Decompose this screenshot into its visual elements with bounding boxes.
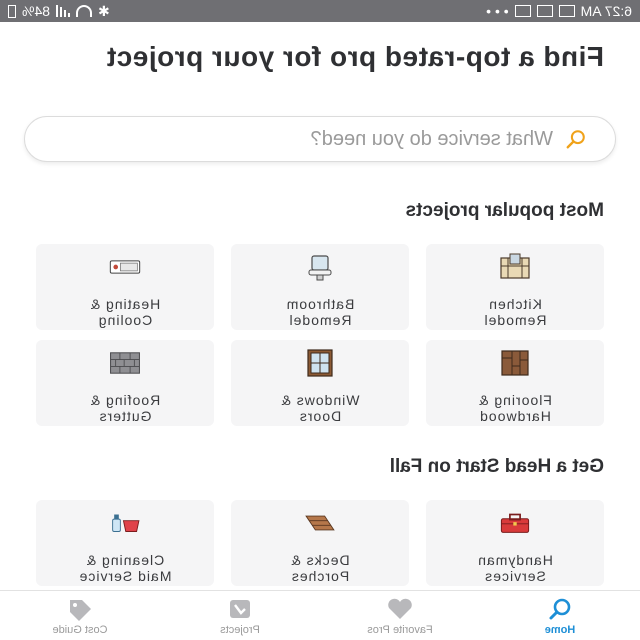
project-card-heating[interactable]: Heating & Cooling [36,244,214,330]
project-card-roofing[interactable]: Roofing & Gutters [36,340,214,426]
battery-percent: 84% [22,3,51,19]
window-icon [303,348,337,378]
search-icon [565,128,587,150]
nav-cost-guide[interactable]: Cost Guide [16,596,144,636]
kitchen-icon [498,252,532,282]
overflow-dots: • • • [486,3,509,19]
nav-label: Projects [220,624,260,636]
price-tag-icon [65,596,95,622]
bottom-navigation: Home Favorite Pros Projects Cost Guide [0,590,640,640]
project-card-bathroom[interactable]: Bathroom Remodel [231,244,409,330]
bathroom-icon [303,252,337,282]
project-card-label: Flooring & Hardwood [478,392,552,424]
fall-projects-grid: Handyman Services Decks & Porches Cleani… [36,500,604,586]
toolbox-icon [498,508,532,538]
status-right: ✱ 84% [8,3,110,20]
project-card-label: Heating & Cooling [89,296,161,328]
project-card-kitchen[interactable]: Kitchen Remodel [426,244,604,330]
signal-icon [56,5,71,17]
status-bar: 6:27 AM • • • ✱ 84% [0,0,640,22]
deck-icon [303,508,337,538]
project-card-label: Kitchen Remodel [483,296,547,328]
thermostat-icon [108,252,142,282]
battery-icon [8,4,16,18]
flooring-icon [498,348,532,378]
heart-icon [385,596,415,622]
nav-label: Home [544,624,576,636]
popular-section-title: Most popular projects [405,200,604,221]
search-bar[interactable] [24,116,616,162]
image-notification-icon [536,5,553,17]
status-left: 6:27 AM • • • [486,3,632,19]
brick-icon [108,348,142,378]
calendar-notification-icon [558,5,575,17]
checkbox-icon [225,596,255,622]
search-icon [545,596,575,622]
app-screen: 6:27 AM • • • ✱ 84% Find a top-rated pro… [0,0,640,640]
project-card-label: Decks & Porches [290,552,350,584]
nav-label: Cost Guide [52,624,108,636]
mail-notification-icon [514,5,531,17]
fall-section-title: Get a Head Start on Fall [389,456,604,477]
project-card-flooring[interactable]: Flooring & Hardwood [426,340,604,426]
project-card-label: Bathroom Remodel [285,296,355,328]
nav-projects[interactable]: Projects [176,596,304,636]
project-card-handyman[interactable]: Handyman Services [426,500,604,586]
project-card-label: Handyman Services [477,552,553,584]
nav-home[interactable]: Home [496,596,624,636]
project-card-decks[interactable]: Decks & Porches [231,500,409,586]
bluetooth-icon: ✱ [98,2,110,19]
status-time: 6:27 AM [580,3,632,19]
wifi-icon [76,5,93,17]
nav-favorite-pros[interactable]: Favorite Pros [336,596,464,636]
nav-label: Favorite Pros [367,624,433,636]
page-title: Find a top-rated pro for your project [106,41,604,72]
project-card-label: Roofing & Gutters [89,392,161,424]
project-card-cleaning[interactable]: Cleaning & Maid Service [36,500,214,586]
search-input[interactable] [131,126,555,152]
project-card-windows[interactable]: Windows & Doors [231,340,409,426]
project-card-label: Cleaning & Maid Service [78,552,172,584]
cleaning-icon [108,508,142,538]
project-card-label: Windows & Doors [280,392,360,424]
popular-projects-grid: Kitchen Remodel Bathroom Remodel Heating… [36,244,604,426]
